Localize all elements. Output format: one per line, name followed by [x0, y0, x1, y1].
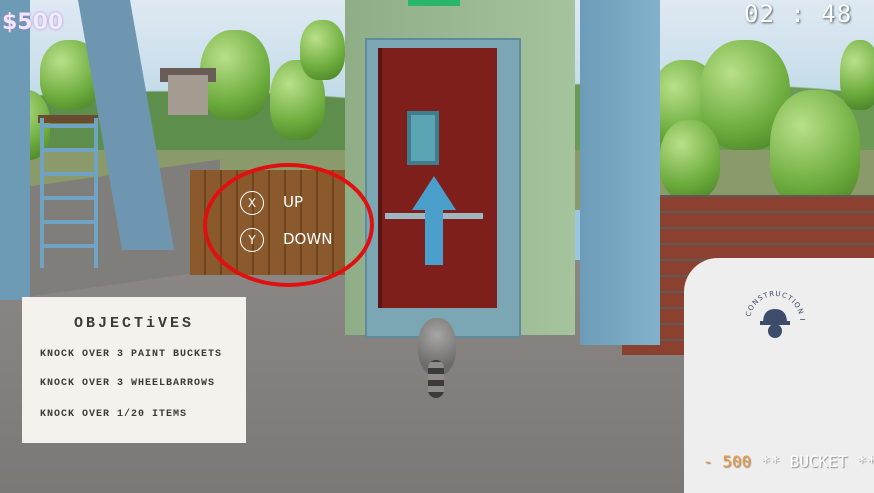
up-arrow-shaft — [425, 205, 443, 265]
tree — [660, 120, 720, 200]
objective-item: KNOCK OVER 3 PAINT BUCKETS — [40, 349, 223, 360]
x-button-icon: X — [240, 191, 264, 215]
steel-pillar — [0, 0, 30, 300]
tree — [300, 20, 345, 80]
item-price: - 500 — [703, 452, 752, 471]
construction-logo: CONSTRUCTION INC. — [742, 283, 805, 338]
up-control-label: UP — [283, 193, 304, 211]
exit-lamp — [408, 0, 460, 6]
objectives-title: OBJECTiVES — [73, 315, 194, 332]
ladder — [40, 118, 98, 268]
steel-pillar — [580, 0, 660, 345]
money-counter: $500 — [2, 10, 64, 35]
door-window — [407, 111, 439, 165]
tree — [840, 40, 874, 110]
down-control-label: DOWN — [283, 230, 333, 248]
house — [168, 75, 208, 115]
tree — [770, 90, 860, 210]
item-name: ** BUCKET ** — [760, 452, 874, 471]
timer: 02 : 48 — [744, 0, 853, 28]
objective-item: KNOCK OVER 3 WHEELBARROWS — [40, 378, 216, 389]
objective-item: KNOCK OVER 1/20 ITEMS — [40, 409, 188, 420]
raccoon-tail — [428, 360, 444, 398]
y-button-icon: Y — [240, 228, 264, 252]
item-price-line: - 500 ** BUCKET ** — [703, 452, 874, 471]
objectives-panel: OBJECTiVES KNOCK OVER 3 PAINT BUCKETS KN… — [22, 297, 246, 443]
controls-highlight — [203, 163, 374, 287]
